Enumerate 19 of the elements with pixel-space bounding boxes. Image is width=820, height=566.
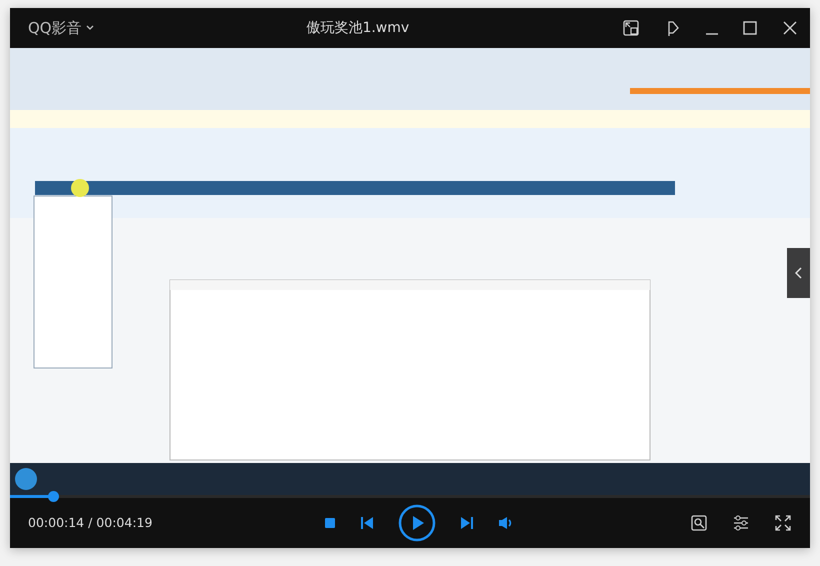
chevron-icon [794, 267, 802, 279]
screenshot-button[interactable] [690, 514, 708, 532]
progress-handle[interactable] [48, 491, 60, 502]
volume-button[interactable] [498, 516, 514, 530]
caret-icon [86, 25, 94, 31]
previous-button[interactable] [360, 516, 374, 530]
side-panel-button[interactable] [787, 248, 810, 298]
minimize-icon [706, 33, 718, 35]
maximize-button[interactable] [742, 20, 758, 36]
mini-mode-button[interactable] [622, 19, 640, 37]
app-menu[interactable]: QQ影音 [28, 16, 82, 40]
playback-time: 00:00:14 / 00:04:19 [28, 514, 154, 532]
fullscreen-button[interactable] [774, 514, 792, 532]
close-button[interactable] [782, 20, 798, 36]
next-button[interactable] [460, 516, 474, 530]
settings-button[interactable] [732, 514, 750, 532]
stop-button[interactable] [324, 517, 336, 529]
play-button[interactable] [398, 504, 436, 542]
window-title: 傲玩奖池1.wmv [305, 18, 410, 38]
